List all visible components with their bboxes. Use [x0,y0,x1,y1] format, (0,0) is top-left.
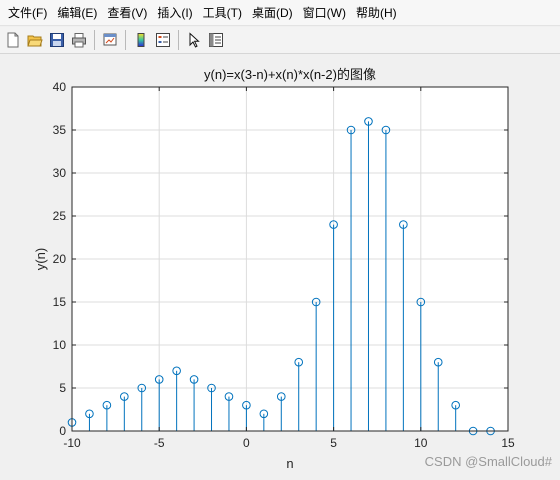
toolbar-separator [125,30,126,50]
y-tick-label: 25 [53,209,67,223]
insert-colorbar-icon [137,33,144,47]
y-tick-label: 30 [53,166,67,180]
y-tick-label: 35 [53,123,67,137]
menu-tools[interactable]: 工具(T) [201,4,250,21]
insert-legend-icon [155,33,170,47]
y-tick-label: 0 [59,424,66,438]
menu-desktop[interactable]: 桌面(D) [250,4,301,21]
save-icon [49,33,64,47]
link-figure-icon [103,33,116,46]
save-button[interactable] [46,30,67,51]
x-tick-label: 5 [330,436,337,450]
insert-colorbar-button[interactable] [130,30,151,51]
y-tick-label: 10 [53,338,67,352]
property-editor-icon [208,33,223,47]
toolbar-separator [178,30,179,50]
y-axis-label: y(n) [33,248,48,270]
insert-legend-button[interactable] [152,30,173,51]
open-folder-icon [26,35,43,47]
edit-plot-button[interactable] [183,30,204,51]
x-tick-label: 10 [414,436,428,450]
chart-title: y(n)=x(3-n)+x(n)*x(n-2)的图像 [204,67,376,82]
print-icon [71,33,86,48]
x-tick-label: -5 [154,436,165,450]
menu-file[interactable]: 文件(F) [6,4,55,21]
pointer-icon [189,32,200,48]
stem-plot: -10 -5 0 5 10 15 0 5 10 15 20 25 30 35 40 y(n)=x(3-n)+… [33,67,515,471]
menu-view[interactable]: 查看(V) [105,4,155,21]
property-editor-button[interactable] [205,30,226,51]
x-tick-label: 15 [501,436,515,450]
menu-insert[interactable]: 插入(I) [155,4,200,21]
x-tick-label: -10 [63,436,81,450]
watermark: CSDN @SmallCloud# [424,454,552,469]
menu-edit[interactable]: 编辑(E) [55,4,105,21]
x-tick-label: 0 [243,436,250,450]
print-button[interactable] [68,30,89,51]
menu-bar: 文件(F) 编辑(E) 查看(V) 插入(I) 工具(T) 桌面(D) 窗口(W… [0,0,560,26]
x-axis-label: n [286,456,293,471]
menu-window[interactable]: 窗口(W) [301,4,354,21]
y-tick-label: 5 [59,381,66,395]
open-button[interactable] [24,30,45,51]
menu-help[interactable]: 帮助(H) [354,4,405,21]
y-tick-label: 15 [53,295,67,309]
new-file-button[interactable] [2,30,23,51]
toolbar-separator [94,30,95,50]
new-file-icon [7,32,18,48]
figure-canvas: -10 -5 0 5 10 15 0 5 10 15 20 25 30 35 40 y(n)=x(3-n)+… [0,55,560,475]
figure-toolbar [0,27,560,54]
link-figure-button[interactable] [99,30,120,51]
y-tick-label: 40 [53,80,67,94]
y-tick-label: 20 [53,252,67,266]
